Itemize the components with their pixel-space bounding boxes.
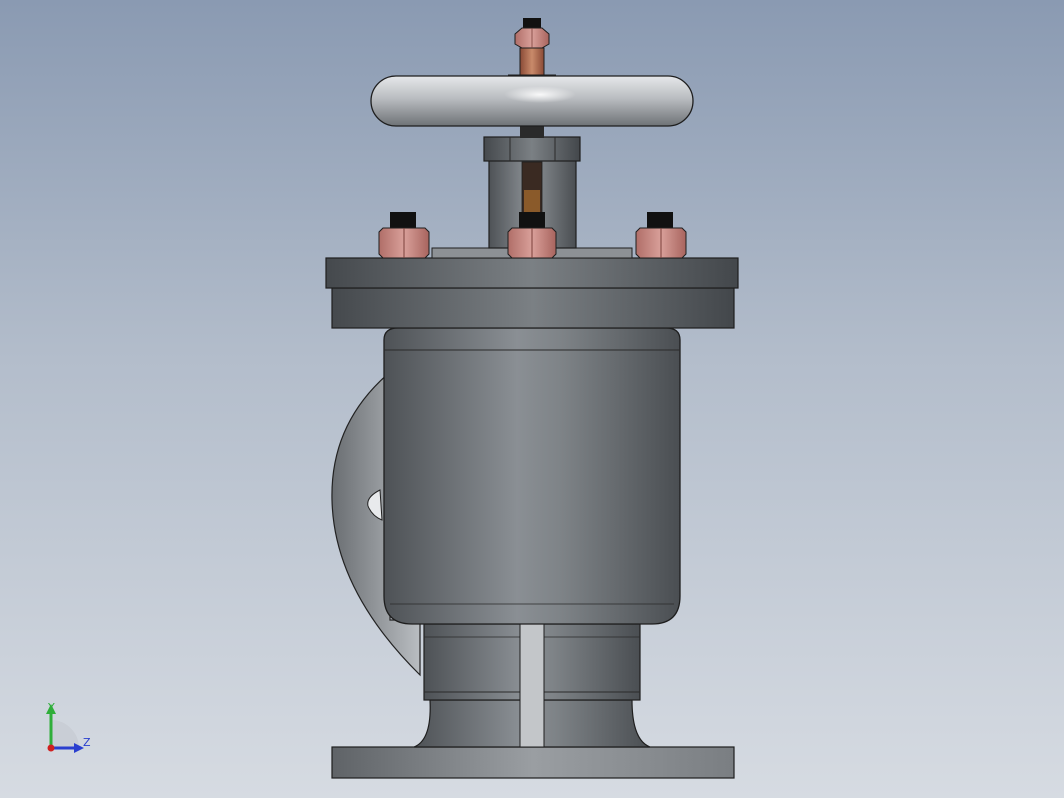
x-axis-origin: [47, 744, 55, 752]
valve-stem[interactable]: [519, 47, 545, 215]
triad-z-label: Z: [83, 736, 91, 749]
valve-body[interactable]: [383, 327, 681, 625]
bottom-flange[interactable]: [331, 746, 735, 779]
orientation-triad[interactable]: Y Z: [46, 701, 91, 753]
body-rib: [519, 605, 545, 748]
bonnet-bolt-right[interactable]: [635, 212, 687, 259]
triad-y-label: Y: [47, 701, 55, 714]
cad-viewport[interactable]: Y Z: [0, 0, 1064, 798]
valve-model-view[interactable]: Y Z: [0, 0, 1064, 798]
handwheel[interactable]: [370, 74, 694, 127]
bonnet-flange[interactable]: [325, 247, 739, 329]
bonnet-bolt-left[interactable]: [378, 212, 430, 259]
stem-nut[interactable]: [514, 18, 550, 49]
